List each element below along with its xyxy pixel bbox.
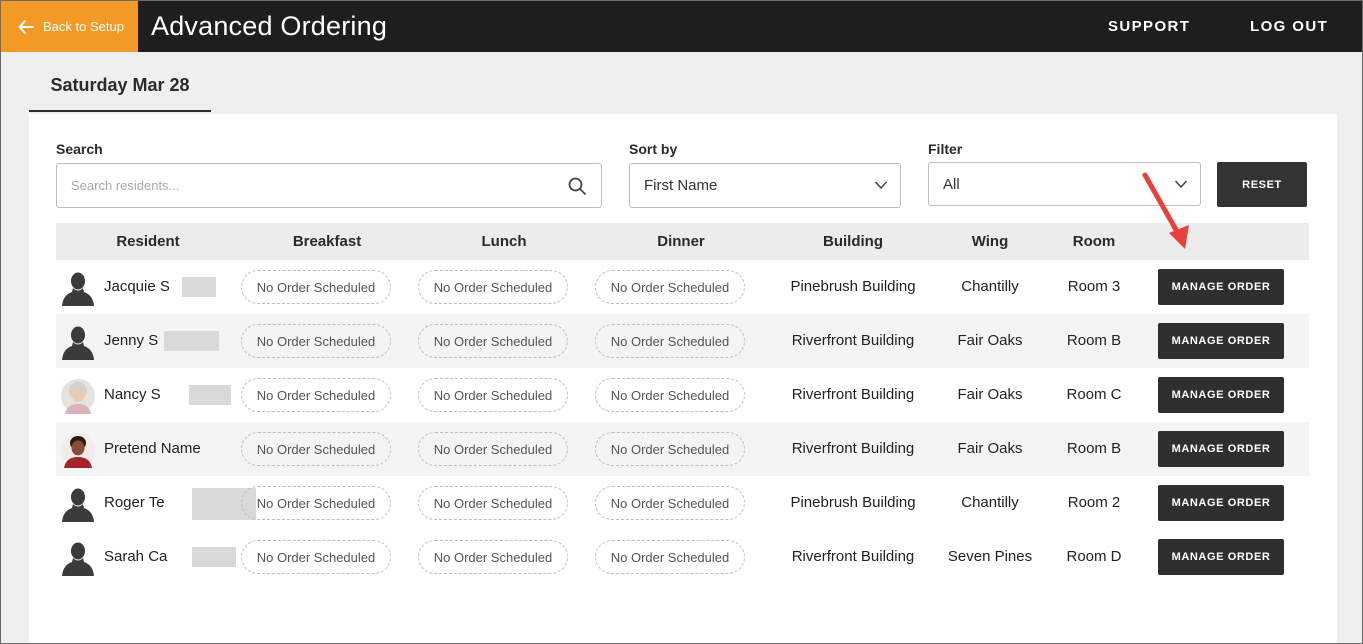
- room-cell: Room 2: [1067, 494, 1121, 511]
- table-row: Roger Te No Order Scheduled No Order Sch…: [56, 476, 1309, 530]
- building-cell: Riverfront Building: [791, 332, 915, 349]
- support-link[interactable]: SUPPORT: [1108, 18, 1190, 35]
- room-cell: Room C: [1066, 386, 1122, 403]
- back-to-setup-label: Back to Setup: [43, 19, 124, 34]
- app-window: Back to Setup Advanced Ordering SUPPORT …: [0, 0, 1363, 644]
- manage-order-button[interactable]: MANAGE ORDER: [1158, 377, 1284, 413]
- top-bar: Back to Setup Advanced Ordering SUPPORT …: [1, 1, 1362, 52]
- table-row: Sarah Ca No Order Scheduled No Order Sch…: [56, 530, 1309, 584]
- search-icon[interactable]: [567, 176, 587, 196]
- sort-select[interactable]: First Name: [629, 163, 901, 208]
- table-header: Resident Breakfast Lunch Dinner Building…: [56, 223, 1309, 260]
- back-to-setup-button[interactable]: Back to Setup: [1, 1, 138, 52]
- dinner-status[interactable]: No Order Scheduled: [595, 540, 745, 574]
- annotation-arrow-icon: [1142, 172, 1189, 249]
- person-silhouette-icon: [62, 488, 94, 522]
- redaction-patch: [192, 547, 236, 567]
- resident-photo-avatar: [61, 379, 95, 414]
- lunch-status[interactable]: No Order Scheduled: [418, 378, 568, 412]
- dinner-status[interactable]: No Order Scheduled: [595, 486, 745, 520]
- building-cell: Riverfront Building: [791, 548, 915, 565]
- manage-order-button[interactable]: MANAGE ORDER: [1158, 431, 1284, 467]
- redaction-patch: [189, 385, 231, 405]
- room-cell: Room 3: [1067, 278, 1121, 295]
- column-header-room: Room: [1072, 233, 1116, 250]
- breakfast-status[interactable]: No Order Scheduled: [241, 270, 391, 304]
- building-cell: Riverfront Building: [791, 440, 915, 457]
- filter-value: All: [943, 175, 960, 193]
- lunch-status[interactable]: No Order Scheduled: [418, 270, 568, 304]
- breakfast-status[interactable]: No Order Scheduled: [241, 324, 391, 358]
- room-cell: Room B: [1066, 440, 1122, 457]
- arrow-left-icon: [18, 19, 34, 34]
- sort-value: First Name: [644, 177, 718, 194]
- dinner-status[interactable]: No Order Scheduled: [595, 324, 745, 358]
- lunch-status[interactable]: No Order Scheduled: [418, 432, 568, 466]
- wing-cell: Seven Pines: [947, 548, 1033, 565]
- manage-order-button[interactable]: MANAGE ORDER: [1158, 485, 1284, 521]
- column-header-breakfast: Breakfast: [292, 233, 362, 250]
- breakfast-status[interactable]: No Order Scheduled: [241, 486, 391, 520]
- column-header-lunch: Lunch: [481, 233, 527, 250]
- breakfast-status[interactable]: No Order Scheduled: [241, 432, 391, 466]
- dinner-status[interactable]: No Order Scheduled: [595, 432, 745, 466]
- dinner-status[interactable]: No Order Scheduled: [595, 270, 745, 304]
- table-row: Jenny S No Order Scheduled No Order Sche…: [56, 314, 1309, 368]
- date-tab-label: Saturday Mar 28: [50, 75, 190, 95]
- logout-link[interactable]: LOG OUT: [1250, 18, 1328, 35]
- building-cell: Pinebrush Building: [790, 278, 916, 295]
- resident-name: Jacquie S: [104, 278, 170, 295]
- date-tab[interactable]: Saturday Mar 28: [29, 61, 211, 112]
- reset-button[interactable]: RESET: [1217, 162, 1307, 207]
- wing-cell: Chantilly: [961, 494, 1019, 511]
- person-silhouette-icon: [62, 326, 94, 360]
- person-silhouette-icon: [62, 542, 94, 576]
- table-row: Pretend Name No Order Scheduled No Order…: [56, 422, 1309, 476]
- resident-name: Pretend Name: [104, 440, 201, 457]
- filter-label: Filter: [928, 141, 963, 157]
- page-title: Advanced Ordering: [151, 11, 388, 41]
- resident-name: Nancy S: [104, 386, 161, 403]
- resident-name: Sarah Ca: [104, 548, 168, 565]
- room-cell: Room D: [1066, 548, 1122, 565]
- resident-name: Jenny S: [104, 332, 159, 349]
- redaction-patch: [182, 277, 216, 297]
- breakfast-status[interactable]: No Order Scheduled: [241, 540, 391, 574]
- table-row: Nancy S No Order Scheduled No Order Sche…: [56, 368, 1309, 422]
- manage-order-button[interactable]: MANAGE ORDER: [1158, 269, 1284, 305]
- search-field[interactable]: [56, 163, 602, 208]
- manage-order-button[interactable]: MANAGE ORDER: [1158, 539, 1284, 575]
- manage-order-button[interactable]: MANAGE ORDER: [1158, 323, 1284, 359]
- dinner-status[interactable]: No Order Scheduled: [595, 378, 745, 412]
- wing-cell: Chantilly: [961, 278, 1019, 295]
- lunch-status[interactable]: No Order Scheduled: [418, 540, 568, 574]
- redaction-patch: [164, 331, 219, 351]
- room-cell: Room B: [1066, 332, 1122, 349]
- sort-label: Sort by: [629, 141, 678, 157]
- column-header-dinner: Dinner: [657, 233, 705, 250]
- column-header-building: Building: [823, 233, 883, 250]
- building-cell: Pinebrush Building: [790, 494, 916, 511]
- building-cell: Riverfront Building: [791, 386, 915, 403]
- wing-cell: Fair Oaks: [957, 386, 1023, 403]
- table-row: Jacquie S No Order Scheduled No Order Sc…: [56, 260, 1309, 314]
- resident-name: Roger Te: [104, 494, 165, 511]
- column-header-resident: Resident: [116, 233, 180, 250]
- search-label: Search: [56, 141, 103, 157]
- column-header-wing: Wing: [971, 233, 1009, 250]
- search-input[interactable]: [71, 178, 551, 193]
- wing-cell: Fair Oaks: [957, 440, 1023, 457]
- resident-photo-avatar: [61, 433, 95, 468]
- lunch-status[interactable]: No Order Scheduled: [418, 324, 568, 358]
- chevron-down-icon: [874, 181, 888, 190]
- lunch-status[interactable]: No Order Scheduled: [418, 486, 568, 520]
- wing-cell: Fair Oaks: [957, 332, 1023, 349]
- breakfast-status[interactable]: No Order Scheduled: [241, 378, 391, 412]
- person-silhouette-icon: [62, 272, 94, 306]
